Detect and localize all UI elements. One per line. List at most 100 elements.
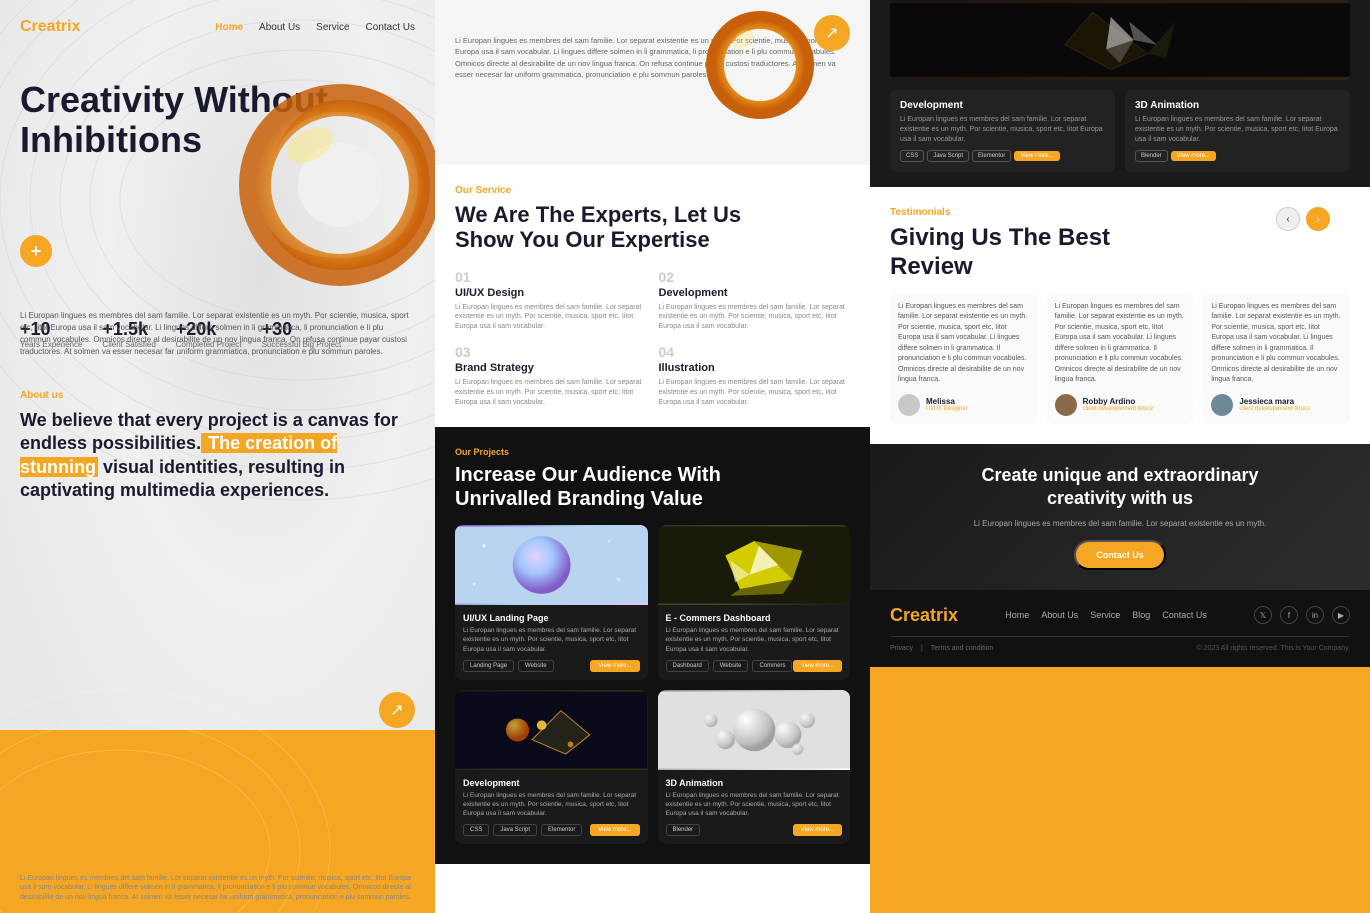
right-panel: Development Li Europan lingues es membre…: [870, 0, 1370, 913]
tag-dashboard: Dashboard: [666, 660, 709, 672]
test-avatar-3: [1211, 394, 1233, 416]
test-avatar-1: [898, 394, 920, 416]
tag-landing: Landing Page: [463, 660, 514, 672]
footer-nav-contact[interactable]: Contact Us: [1162, 610, 1207, 620]
test-title: Giving Us The Best Review: [890, 224, 1350, 282]
test-section-inner: Testimonials Giving Us The Best Review ‹…: [890, 207, 1350, 424]
left-footer-text: Li Europan lingues es membres del sam fa…: [20, 874, 415, 903]
project-img-svg-1: [455, 525, 648, 605]
proj-tags-3: CSS Java Script Elementor: [463, 824, 582, 836]
nav-home[interactable]: Home: [215, 22, 243, 33]
mid-arrow-button[interactable]: ↗: [814, 15, 850, 51]
footer-nav-service[interactable]: Service: [1090, 610, 1120, 620]
footer-sep: |: [921, 645, 923, 652]
rt-view-dev[interactable]: View more...: [1014, 151, 1059, 161]
test-nav: ‹ ›: [1276, 207, 1330, 231]
services-section: Our Service We Are The Experts, Let Us S…: [435, 165, 870, 427]
footer-copyright: © 2023 All rights reserved. This is Your…: [1196, 645, 1350, 652]
about-section: About us We believe that every project i…: [20, 390, 415, 503]
cta-button[interactable]: Contact Us: [1074, 540, 1166, 570]
left-nav: Creatrix Home About Us Service Contact U…: [20, 18, 415, 36]
projects-label: Our Projects: [455, 447, 850, 457]
test-card-3: Li Europan lingues es membres del sam fa…: [1203, 294, 1350, 424]
projects-grid: UI/UX Landing Page Li Europan lingues es…: [455, 525, 850, 844]
proj-tags-1: Landing Page Website: [463, 660, 554, 672]
cta-section: Create unique and extraordinary creativi…: [870, 444, 1370, 590]
social-twitter[interactable]: 𝕏: [1254, 606, 1272, 624]
footer-terms[interactable]: Terms and condition: [931, 645, 994, 652]
project-content-3: Development Li Europan lingues es membre…: [455, 770, 648, 844]
nav-contact[interactable]: Contact Us: [366, 22, 415, 33]
footer-privacy[interactable]: Privacy: [890, 645, 913, 652]
footer-nav-home[interactable]: Home: [1005, 610, 1029, 620]
service-item-3: 03 Brand Strategy Li Europan lingues es …: [455, 344, 647, 407]
left-body-text: Li Europan lingues es membres del sam fa…: [20, 310, 415, 358]
view-btn-4[interactable]: View more...: [793, 824, 842, 836]
view-btn-3[interactable]: View more...: [590, 824, 639, 836]
test-card-2: Li Europan lingues es membres del sam fa…: [1047, 294, 1194, 424]
social-youtube[interactable]: ▶: [1332, 606, 1350, 624]
social-facebook[interactable]: f: [1280, 606, 1298, 624]
left-logo[interactable]: Creatrix: [20, 18, 80, 36]
project-image-4: [658, 690, 851, 770]
project-img-svg-3: [455, 690, 648, 770]
cta-desc: Li Europan lingues es membres del sam fa…: [890, 519, 1350, 528]
services-grid: 01 UI/UX Design Li Europan lingues es me…: [455, 269, 850, 408]
left-hero: Creativity Without Inhibitions: [20, 80, 415, 349]
right-top-image: [890, 0, 1350, 80]
footer-bottom: Privacy | Terms and condition © 2023 All…: [890, 636, 1350, 652]
project-content-4: 3D Animation Li Europan lingues es membr…: [658, 770, 851, 844]
service-item-1: 01 UI/UX Design Li Europan lingues es me…: [455, 269, 647, 332]
project-content-1: UI/UX Landing Page Li Europan lingues es…: [455, 605, 648, 679]
footer-logo: Creatrix: [890, 605, 958, 626]
footer-nav-blog[interactable]: Blog: [1132, 610, 1150, 620]
footer-nav-about[interactable]: About Us: [1041, 610, 1078, 620]
mid-ring-shape: [705, 10, 815, 120]
test-cards: Li Europan lingues es membres del sam fa…: [890, 294, 1350, 424]
project-image-1: [455, 525, 648, 605]
footer-social: 𝕏 f in ▶: [1254, 606, 1350, 624]
tag-blender: Blender: [666, 824, 701, 836]
test-next-button[interactable]: ›: [1306, 207, 1330, 231]
project-img-svg-2: [658, 525, 851, 605]
about-title: We believe that every project is a canva…: [20, 409, 415, 503]
tag-commers: Commers: [752, 660, 792, 672]
proj-tags-row-4: Blender View more...: [666, 824, 843, 836]
proj-tags-4: Blender: [666, 824, 701, 836]
hero-3d-shape: [225, 70, 435, 300]
view-btn-1[interactable]: View more...: [590, 660, 639, 672]
right-top-grid: Development Li Europan lingues es membre…: [890, 90, 1350, 172]
tag-css: CSS: [463, 824, 489, 836]
middle-panel: ↗ Li Europan lingues es membres del sam …: [435, 0, 870, 913]
arrow-button[interactable]: ↗: [379, 692, 415, 728]
proj-tags-row-2: Dashboard Website Commers View more...: [666, 660, 843, 672]
rt-tag-js: Java Script: [927, 150, 969, 162]
proj-tags-row-1: Landing Page Website View more...: [463, 660, 640, 672]
rt-tag-css: CSS: [900, 150, 924, 162]
social-linkedin[interactable]: in: [1306, 606, 1324, 624]
test-author-1: Melissa UI/UX Designer: [898, 394, 1029, 416]
projects-title: Increase Our Audience With Unrivalled Br…: [455, 463, 850, 511]
test-avatar-2: [1055, 394, 1077, 416]
tag-elementor: Elementor: [541, 824, 582, 836]
test-card-1: Li Europan lingues es membres del sam fa…: [890, 294, 1037, 424]
nav-about[interactable]: About Us: [259, 22, 300, 33]
right-top-section: Development Li Europan lingues es membre…: [870, 0, 1370, 187]
footer-top: Creatrix Home About Us Service Blog Cont…: [890, 605, 1350, 626]
nav-service[interactable]: Service: [316, 22, 349, 33]
footer-links: Privacy | Terms and condition: [890, 645, 993, 652]
tag-website: Website: [518, 660, 554, 672]
mid-top-section: ↗ Li Europan lingues es membres del sam …: [435, 0, 870, 165]
service-item-4: 04 Illustration Li Europan lingues es me…: [659, 344, 851, 407]
test-author-2: Robby Ardino client developement tktucz: [1055, 394, 1186, 416]
cta-title: Create unique and extraordinary creativi…: [890, 464, 1350, 511]
project-card-4: 3D Animation Li Europan lingues es membr…: [658, 690, 851, 844]
rt-view-3d[interactable]: View more...: [1171, 151, 1216, 161]
testimonials-section: Testimonials Giving Us The Best Review ‹…: [870, 187, 1370, 444]
view-btn-2[interactable]: View more...: [793, 660, 842, 672]
footer-section: Creatrix Home About Us Service Blog Cont…: [870, 590, 1370, 667]
test-prev-button[interactable]: ‹: [1276, 207, 1300, 231]
project-card-1: UI/UX Landing Page Li Europan lingues es…: [455, 525, 648, 679]
plus-button[interactable]: +: [20, 235, 52, 267]
project-card-3: Development Li Europan lingues es membre…: [455, 690, 648, 844]
